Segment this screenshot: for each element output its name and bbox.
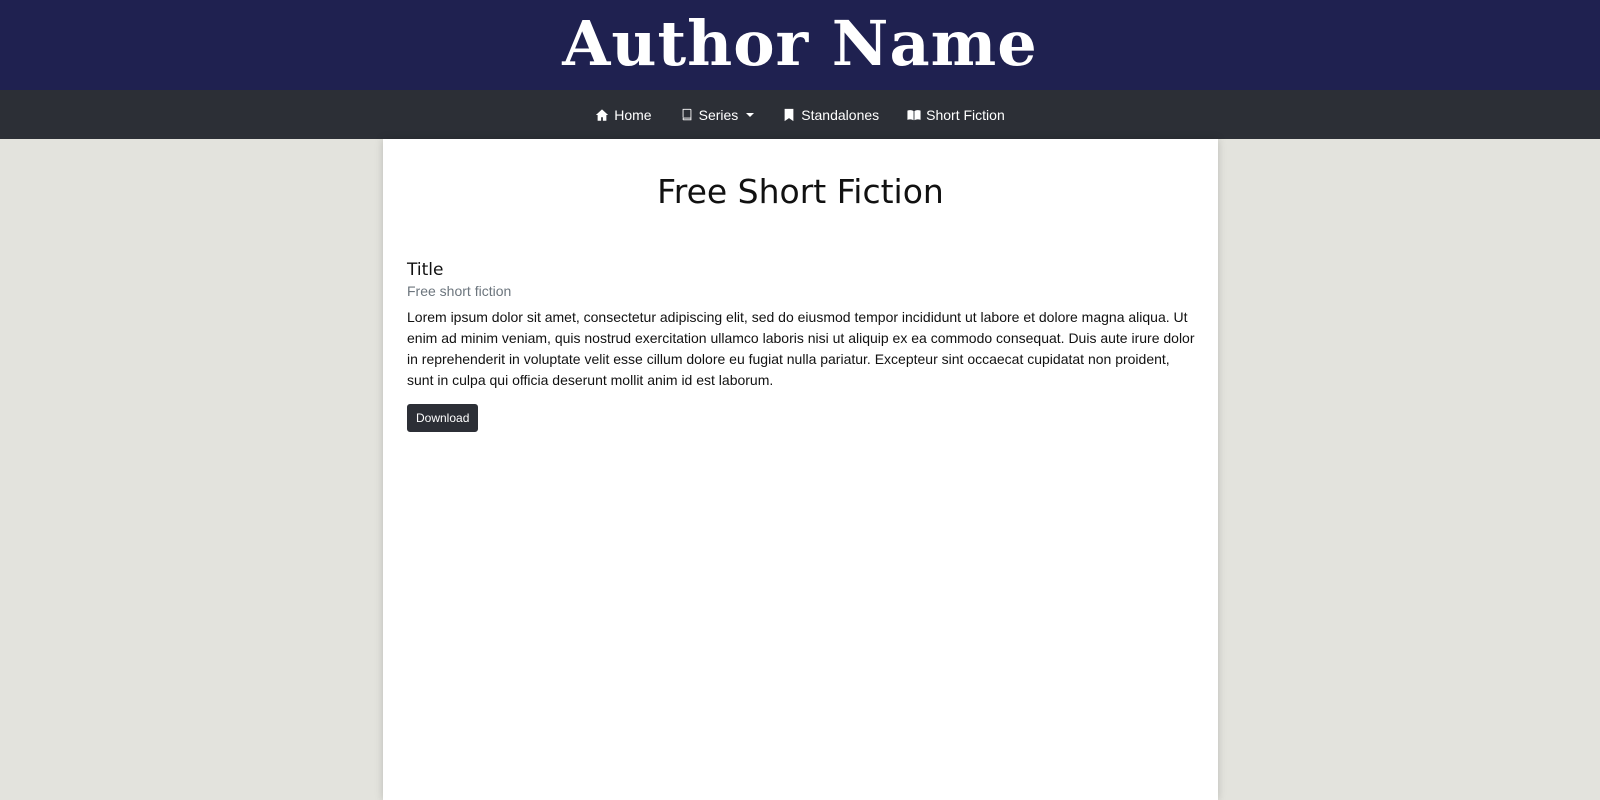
main-navbar: Home Series Standalones Short Fiction: [0, 90, 1600, 139]
nav-item-home[interactable]: Home: [595, 106, 652, 123]
book-icon: [680, 108, 694, 122]
nav-item-label: Series: [698, 106, 739, 123]
download-button[interactable]: Download: [407, 404, 479, 432]
nav-item-short-fiction[interactable]: Short Fiction: [907, 107, 1005, 123]
chevron-down-icon: [746, 112, 755, 117]
home-icon: [595, 108, 609, 122]
story-description: Lorem ipsum dolor sit amet, consectetur …: [407, 309, 1195, 388]
nav-item-label: Home: [614, 106, 652, 123]
nav-item-label: Short Fiction: [926, 106, 1005, 123]
story-title: Title: [407, 260, 444, 280]
site-header: Author Name: [0, 0, 1600, 90]
content-panel: Free Short Fiction Title Free short fict…: [383, 139, 1218, 800]
story-subtitle: Free short fiction: [407, 283, 512, 299]
nav-item-standalones[interactable]: Standalones: [782, 107, 879, 123]
nav-item-series[interactable]: Series: [680, 107, 755, 123]
site-title: Author Name: [562, 7, 1038, 80]
page-title: Free Short Fiction: [657, 172, 944, 211]
story-card: Title Free short fiction Lorem ipsum dol…: [407, 260, 1197, 432]
open-book-icon: [907, 108, 921, 122]
bookmark-icon: [782, 108, 796, 122]
nav-item-label: Standalones: [801, 106, 880, 123]
